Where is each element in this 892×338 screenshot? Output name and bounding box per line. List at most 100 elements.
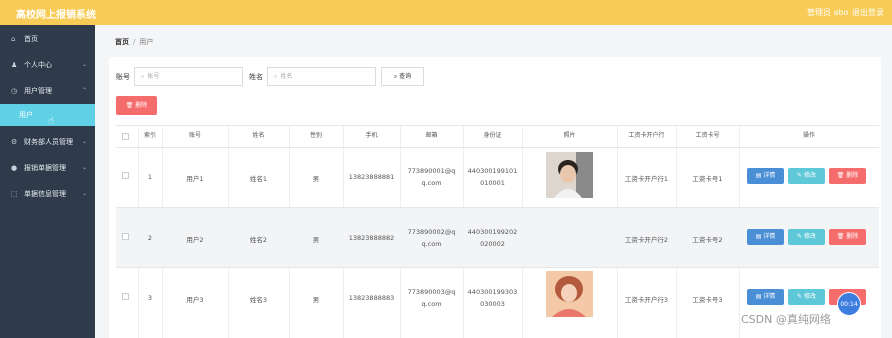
delete-label: 删除 [846,233,859,240]
cell-gender: 男 [312,236,320,244]
clock-icon: ◷ [11,87,18,95]
column-header: 姓名 [252,132,265,139]
breadcrumb-separator: / [133,38,136,46]
delete-button[interactable]: 🗑 删除 [829,168,866,184]
cell-account: 用户2 [186,236,204,244]
cell-email-line2: q.com [421,300,442,308]
logout-link[interactable]: 退出登录 [852,7,884,18]
hand-cursor-icon: ☝ [48,116,55,127]
row-checkbox[interactable] [122,233,129,240]
column-header: 性别 [309,132,322,139]
edit-label: 修改 [803,293,816,300]
column-header: 操作 [802,132,815,139]
cell-phone: 13823888881 [348,173,395,181]
column-header: 身份证 [483,132,502,139]
cell-index: 1 [147,173,153,181]
cell-email-line2: q.com [421,240,442,248]
edit-icon: ✎ [797,172,804,179]
sidebar-item-label: 用户管理 [24,87,52,95]
account-label: 账号 [116,73,130,81]
column-header: 索引 [143,132,156,139]
name-label: 姓名 [249,73,263,81]
sidebar: ⌂ 首页 ♟ 个人中心 ⌄ ◷ 用户管理 ⌃ 用户 ☝ ⚙ 财务部人员管理 ⌄ … [0,25,95,338]
cell-bank: 工资卡开户行2 [624,236,669,244]
chevron-up-icon: ⌃ [82,87,88,94]
watermark: CSDN @真纯网络 [741,313,831,326]
breadcrumb-current: 用户 [139,38,154,46]
sidebar-item-home[interactable]: ⌂ 首页 [0,29,95,49]
row-checkbox[interactable] [122,172,129,179]
detail-button[interactable]: ▤ 详情 [747,168,784,184]
edit-icon: ✎ [797,233,804,240]
column-header: 账号 [188,132,201,139]
edit-button[interactable]: ✎ 修改 [788,229,825,245]
cell-bank: 工资卡开户行3 [624,296,669,304]
current-user-label: 管理员 abo [807,8,849,17]
chevron-down-icon: ⌄ [82,138,88,145]
top-header: 高校网上报销系统 管理员 abo 退出登录 [0,0,892,25]
search-icon: ⌕ [274,73,278,80]
cell-index: 2 [147,234,153,242]
account-placeholder: 账号 [147,73,160,80]
edit-button[interactable]: ✎ 修改 [788,168,825,184]
cell-phone: 13823888882 [348,234,395,242]
detail-button[interactable]: ▤ 详情 [747,229,784,245]
chevron-down-icon: ⌄ [82,61,88,68]
row-checkbox[interactable] [122,293,129,300]
sidebar-item-reimbursement[interactable]: ● 报销单据管理 ⌄ [0,158,95,178]
sidebar-item-documents[interactable]: ⬚ 单据信息管理 ⌄ [0,184,95,204]
batch-delete-label: 删除 [135,102,148,109]
sidebar-subitem-label: 用户 [19,111,33,119]
sidebar-item-user-management[interactable]: ◷ 用户管理 ⌃ [0,81,95,101]
cell-account: 用户1 [186,175,204,183]
cell-index: 3 [147,294,153,302]
select-all-checkbox[interactable] [122,133,129,140]
cell-gender: 男 [312,296,320,304]
search-button[interactable]: ⌕ 查询 [381,67,424,86]
sidebar-item-finance-staff[interactable]: ⚙ 财务部人员管理 ⌄ [0,132,95,152]
sidebar-item-label: 单据信息管理 [24,190,66,198]
name-input[interactable]: ⌕ 姓名 [267,67,376,86]
cell-email-line1: 773890002@q [407,228,456,236]
app-title: 高校网上报销系统 [16,10,96,21]
column-header: 工资卡开户行 [628,132,665,139]
cell-phone: 13823888883 [348,294,395,302]
delete-label: 删除 [846,172,859,179]
sidebar-item-label: 报销单据管理 [24,164,66,172]
sidebar-item-personal-center[interactable]: ♟ 个人中心 ⌄ [0,55,95,75]
detail-label: 详情 [763,172,776,179]
chevron-down-icon: ⌄ [82,190,88,197]
sidebar-item-label: 个人中心 [24,61,52,69]
edit-button[interactable]: ✎ 修改 [788,289,825,305]
cell-email-line1: 773890001@q [407,167,456,175]
cell-name: 姓名2 [249,236,268,244]
edit-label: 修改 [803,233,816,240]
breadcrumb-home[interactable]: 首页 [115,38,129,46]
cell-id-line2: 030003 [480,300,505,308]
account-input[interactable]: ⌕ 账号 [134,67,243,86]
edit-icon: ✎ [797,293,804,300]
trash-icon: 🗑 [836,172,847,179]
sidebar-item-label: 首页 [24,35,38,43]
cell-account: 用户3 [186,296,204,304]
cell-id-line1: 440300199101 [467,167,518,175]
detail-button[interactable]: ▤ 详情 [747,289,784,305]
column-header: 手机 [365,132,378,139]
batch-delete-button[interactable]: 🗑 删除 [116,96,157,115]
search-button-label: 查询 [399,73,412,80]
cell-name: 姓名3 [249,296,268,304]
detail-label: 详情 [763,293,776,300]
cell-card: 工资卡号2 [692,236,723,244]
cell-name: 姓名1 [249,175,268,183]
search-icon: ⌕ [141,73,145,80]
dashed-square-icon: ⬚ [11,190,18,198]
delete-button[interactable]: 🗑 删除 [829,229,866,245]
breadcrumb: 首页 / 用户 [115,37,153,47]
chevron-down-icon: ⌄ [82,164,88,171]
cell-id-line1: 440300199303 [467,288,518,296]
cell-email-line2: q.com [421,179,442,187]
column-header: 邮箱 [425,132,438,139]
cell-gender: 男 [312,175,320,183]
cell-card: 工资卡号3 [692,296,723,304]
cell-id-line2: 010001 [480,179,505,187]
